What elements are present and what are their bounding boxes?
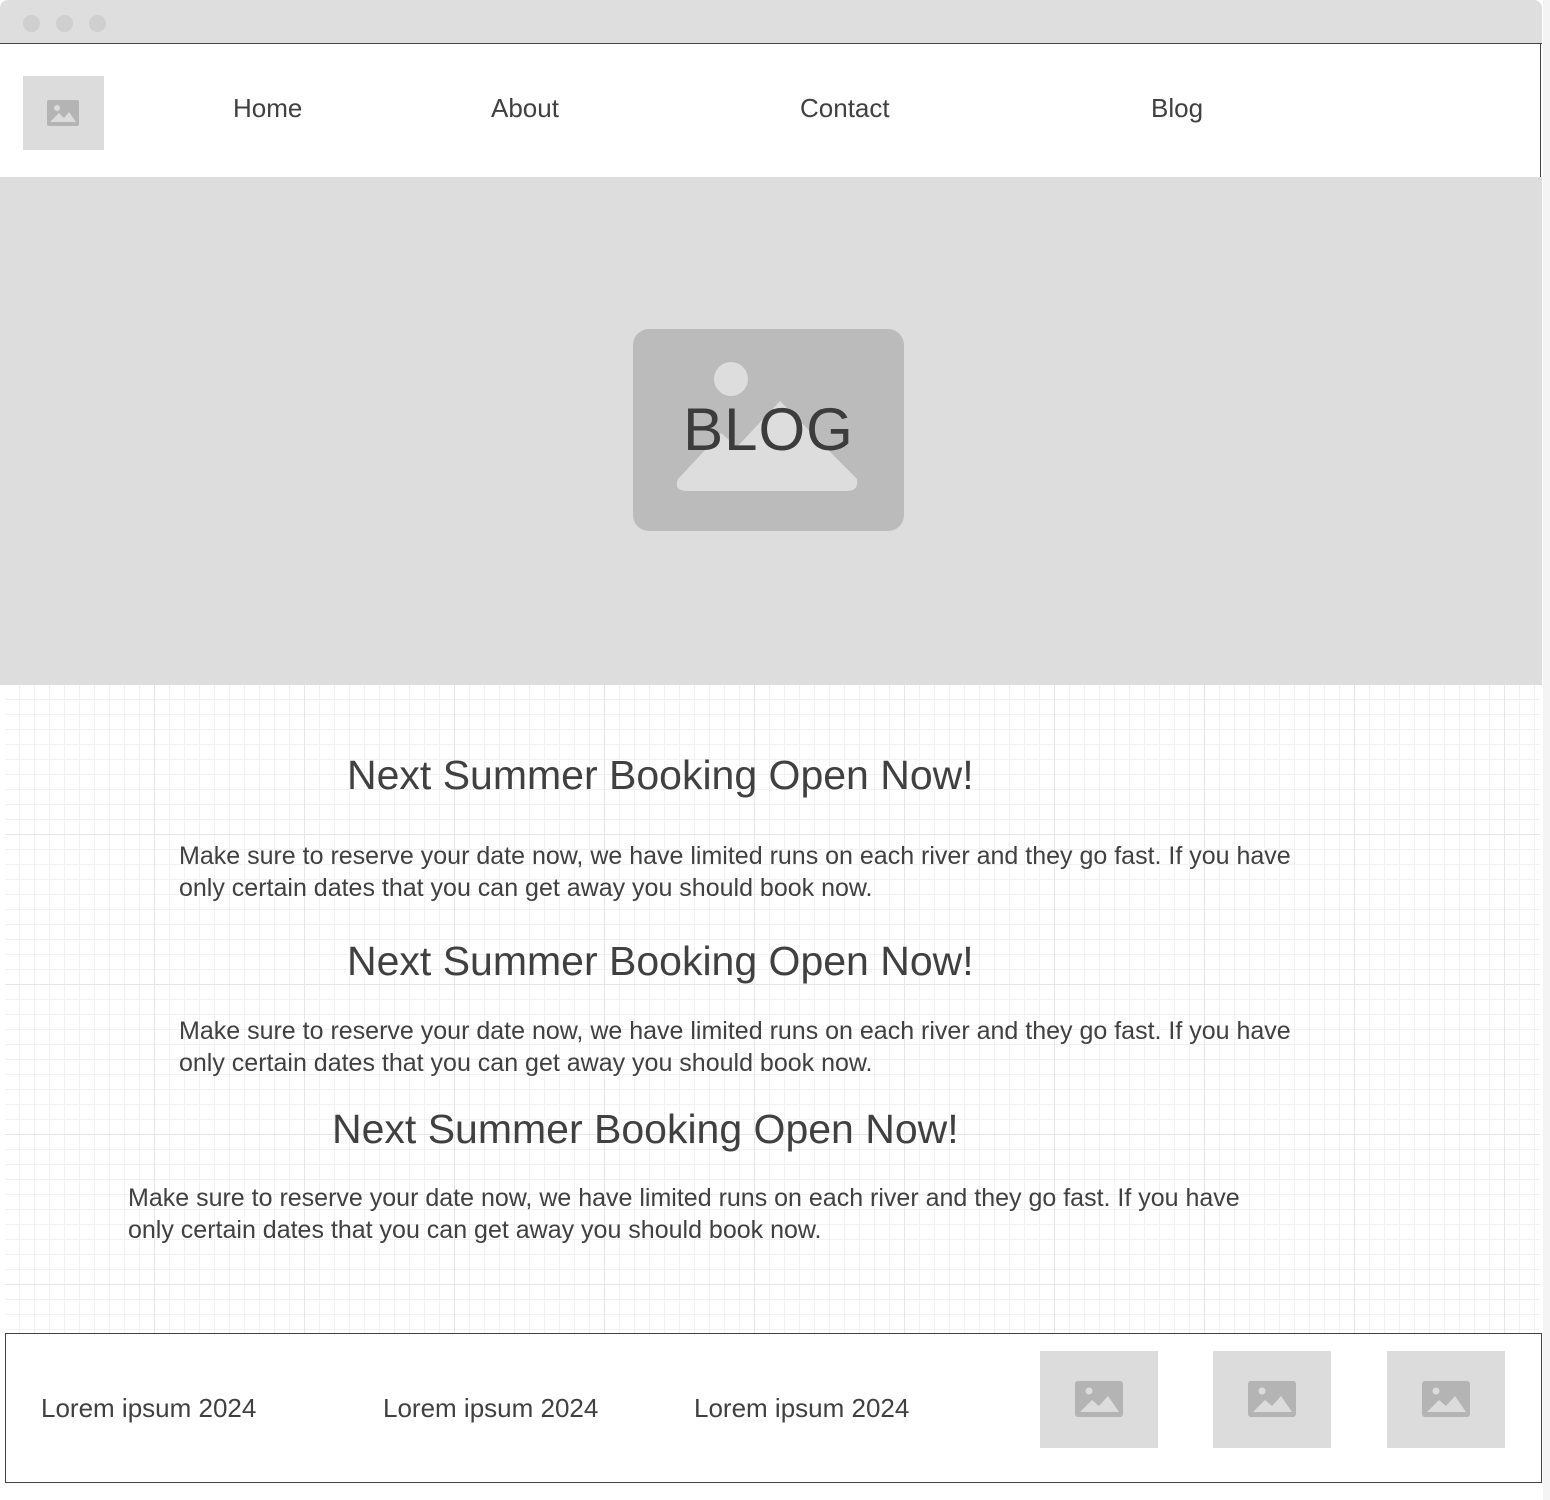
- post-heading: Next Summer Booking Open Now!: [347, 938, 974, 984]
- browser-window: Home About Contact Blog BLOG Next Summer…: [0, 0, 1543, 1500]
- post-body: Make sure to reserve your date now, we h…: [179, 842, 1291, 902]
- window-close-dot[interactable]: [23, 15, 40, 32]
- window-titlebar: [0, 0, 1542, 44]
- footer-thumbnail[interactable]: [1387, 1351, 1505, 1448]
- footer-thumbnail[interactable]: [1040, 1351, 1158, 1448]
- post-body: Make sure to reserve your date now, we h…: [179, 1017, 1291, 1077]
- footer-thumbnail[interactable]: [1213, 1351, 1331, 1448]
- post-heading: Next Summer Booking Open Now!: [347, 752, 974, 798]
- hero-title: BLOG: [683, 396, 854, 463]
- nav-contact-link[interactable]: Contact: [800, 93, 890, 124]
- footer-text: Lorem ipsum 2024: [41, 1393, 257, 1423]
- nav-blog-link[interactable]: Blog: [1151, 93, 1203, 124]
- logo-placeholder[interactable]: [23, 76, 104, 150]
- hero-banner: BLOG: [0, 177, 1542, 685]
- nav-about-link[interactable]: About: [491, 93, 559, 124]
- blog-content: Next Summer Booking Open Now! Make sure …: [5, 685, 1540, 1333]
- window-maximize-dot[interactable]: [89, 15, 106, 32]
- post-heading: Next Summer Booking Open Now!: [332, 1106, 959, 1152]
- window-minimize-dot[interactable]: [56, 15, 73, 32]
- site-footer: Lorem ipsum 2024 Lorem ipsum 2024 Lorem …: [5, 1333, 1542, 1483]
- footer-text: Lorem ipsum 2024: [694, 1393, 910, 1423]
- post-body: Make sure to reserve your date now, we h…: [128, 1184, 1240, 1244]
- footer-text: Lorem ipsum 2024: [383, 1393, 599, 1423]
- site-header: Home About Contact Blog: [0, 44, 1541, 177]
- nav-home-link[interactable]: Home: [233, 93, 302, 124]
